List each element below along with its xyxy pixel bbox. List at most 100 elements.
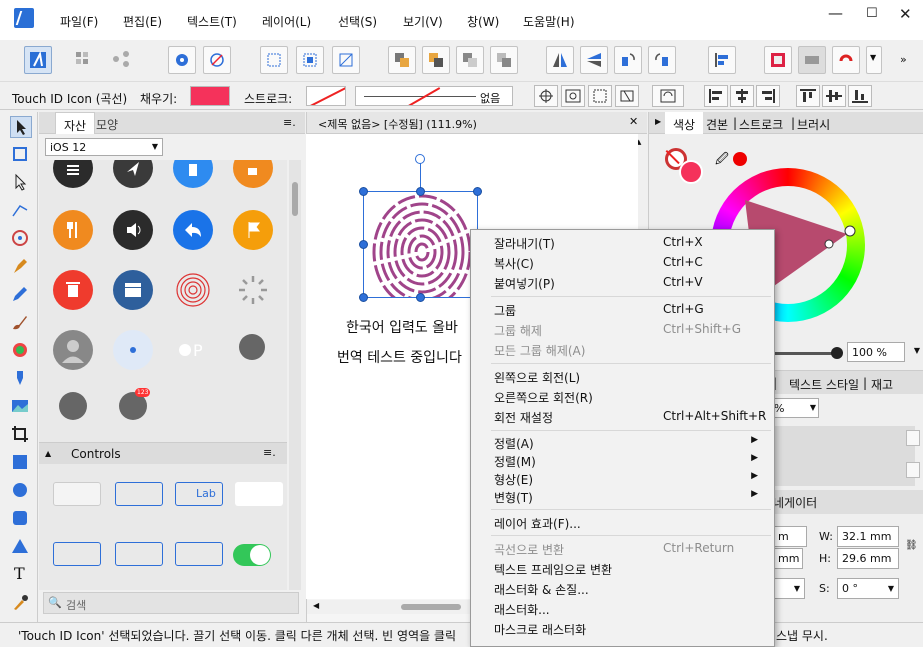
- fill-tool-icon[interactable]: [10, 340, 32, 362]
- close-document-icon[interactable]: ✕: [629, 115, 638, 128]
- menu-item-paste[interactable]: 붙여넣기(P) Ctrl+V: [471, 272, 774, 292]
- rotation-field[interactable]: ▼: [773, 578, 805, 599]
- pixel-persona-button[interactable]: [70, 46, 98, 74]
- navigator-tab[interactable]: 네게이터: [773, 494, 817, 511]
- menu-view[interactable]: 보기(V): [403, 13, 443, 30]
- menu-item-rotate-left[interactable]: 왼쪽으로 회전(L): [471, 366, 774, 386]
- control-asset[interactable]: [53, 542, 101, 566]
- minimize-icon[interactable]: —: [828, 4, 843, 22]
- move-to-back-icon[interactable]: [388, 46, 416, 74]
- panel-menu-icon[interactable]: ≡.: [283, 116, 296, 129]
- scroll-down-button[interactable]: [906, 462, 920, 478]
- pencil-tool-icon[interactable]: [10, 284, 32, 306]
- align-right-ctx-icon[interactable]: [756, 85, 780, 107]
- snapping-dropdown[interactable]: ▼: [866, 46, 882, 74]
- opacity-slider-thumb[interactable]: [831, 347, 843, 359]
- document-text-line-2[interactable]: 번역 테스트 중입니다: [337, 347, 462, 367]
- section-menu-icon[interactable]: ≡.: [263, 446, 276, 459]
- menu-item-rasterise[interactable]: 래스터화...: [471, 598, 774, 618]
- align-middle-ctx-icon[interactable]: [822, 85, 846, 107]
- location-arrow-asset-icon[interactable]: [113, 160, 153, 188]
- resize-handle[interactable]: [416, 293, 425, 302]
- coffee-cup-asset-icon[interactable]: [233, 160, 273, 188]
- list-asset-icon[interactable]: [53, 160, 93, 188]
- menu-help[interactable]: 도움말(H): [523, 13, 575, 30]
- artboard-tool-icon[interactable]: [10, 144, 32, 166]
- picked-color-swatch[interactable]: [733, 152, 747, 166]
- vector-brush-tool-icon[interactable]: [10, 312, 32, 334]
- section-collapse-icon[interactable]: ▲: [45, 449, 51, 458]
- menu-item-transform[interactable]: 변형(T) ▶: [471, 486, 774, 506]
- avatar-placeholder-asset-icon[interactable]: [53, 330, 93, 370]
- fill-swatch[interactable]: [190, 86, 230, 106]
- menu-item-group[interactable]: 그룹 Ctrl+G: [471, 299, 774, 319]
- shear-field[interactable]: 0 ° ▼: [837, 578, 899, 599]
- rectangle-tool-icon[interactable]: [10, 452, 32, 474]
- transform-box-icon[interactable]: [615, 85, 639, 107]
- resize-handle[interactable]: [473, 187, 482, 196]
- link-icon[interactable]: ⛓: [905, 540, 918, 551]
- apple-pay-asset-icon[interactable]: P: [173, 330, 213, 370]
- control-asset[interactable]: [53, 482, 101, 506]
- control-label-asset[interactable]: Lab: [175, 482, 223, 506]
- scroll-left-icon[interactable]: ◀: [313, 601, 319, 610]
- loading-spinner-asset-icon[interactable]: [233, 270, 273, 310]
- x-field[interactable]: m: [773, 526, 807, 547]
- reply-asset-icon[interactable]: [173, 210, 213, 250]
- y-field[interactable]: mm: [773, 548, 803, 569]
- text-tool-icon[interactable]: T: [10, 564, 32, 586]
- magnet-icon[interactable]: [832, 46, 860, 74]
- resize-handle[interactable]: [359, 293, 368, 302]
- menu-item-rasterise-trim[interactable]: 래스터화 & 손질...: [471, 578, 774, 598]
- menu-select[interactable]: 선택(S): [338, 13, 377, 30]
- fingerprint-shape[interactable]: [364, 192, 477, 297]
- rotate-right-icon[interactable]: [648, 46, 676, 74]
- menu-item-reset-rotation[interactable]: 회전 재설정 Ctrl+Alt+Shift+R: [471, 406, 774, 426]
- transparency-tool-icon[interactable]: [10, 368, 32, 390]
- speaker-asset-icon[interactable]: [113, 210, 153, 250]
- document-tab-title[interactable]: <제목 없음> [수정됨] (111.9%): [318, 116, 477, 132]
- menu-item-cut[interactable]: 잘라내기(T) Ctrl+X: [471, 232, 774, 252]
- tab-shapes[interactable]: 모양: [88, 112, 126, 134]
- align-bottom-ctx-icon[interactable]: [848, 85, 872, 107]
- menu-item-copy[interactable]: 복사(C) Ctrl+C: [471, 252, 774, 272]
- corner-tool-icon[interactable]: [10, 200, 32, 222]
- control-asset[interactable]: [115, 482, 163, 506]
- reset-selection-box-icon[interactable]: [652, 85, 684, 107]
- control-asset[interactable]: [235, 482, 283, 506]
- trash-asset-icon[interactable]: [53, 270, 93, 310]
- flag-asset-icon[interactable]: [233, 210, 273, 250]
- radio-dot-asset-icon[interactable]: [113, 330, 153, 370]
- move-to-front-icon[interactable]: [490, 46, 518, 74]
- close-window-icon[interactable]: ✕: [899, 5, 912, 23]
- flip-horizontal-icon[interactable]: [546, 46, 574, 74]
- menu-text[interactable]: 텍스트(T): [187, 13, 237, 30]
- align-top-ctx-icon[interactable]: [796, 85, 820, 107]
- assistant-icon[interactable]: [168, 46, 196, 74]
- color-picker-tool-icon[interactable]: [10, 592, 32, 614]
- node-tool-icon[interactable]: [10, 172, 32, 194]
- triangle-tool-icon[interactable]: [10, 536, 32, 558]
- fill-stroke-selector[interactable]: [665, 148, 705, 188]
- menu-edit[interactable]: 편집(E): [123, 13, 162, 30]
- select-none-icon[interactable]: [296, 46, 324, 74]
- bounding-box-icon[interactable]: [588, 85, 612, 107]
- panel-collapse-icon[interactable]: ▶: [655, 117, 661, 126]
- align-center-ctx-icon[interactable]: [730, 85, 754, 107]
- tab-text-style[interactable]: 텍스트 스타일: [789, 376, 859, 393]
- height-field[interactable]: 29.6 mm: [837, 548, 899, 569]
- align-left-ctx-icon[interactable]: [704, 85, 728, 107]
- menu-item-align[interactable]: 정렬(M) ▶: [471, 450, 774, 470]
- menu-file[interactable]: 파일(F): [60, 13, 98, 30]
- rotation-handle[interactable]: [415, 154, 425, 164]
- menu-item-convert-to-text-frame[interactable]: 텍스트 프레임으로 변환: [471, 558, 774, 578]
- tab-brush[interactable]: 브러시: [789, 112, 838, 134]
- menu-layer[interactable]: 레이어(L): [262, 13, 311, 30]
- fingerprint-asset-icon[interactable]: [173, 270, 213, 310]
- select-all-icon[interactable]: [260, 46, 288, 74]
- tab-stock[interactable]: 재고: [871, 376, 893, 393]
- width-field[interactable]: 32.1 mm: [837, 526, 899, 547]
- pen-tool-icon[interactable]: [10, 256, 32, 278]
- transform-origin-icon[interactable]: [534, 85, 558, 107]
- toolbar-overflow-icon[interactable]: »: [900, 53, 907, 66]
